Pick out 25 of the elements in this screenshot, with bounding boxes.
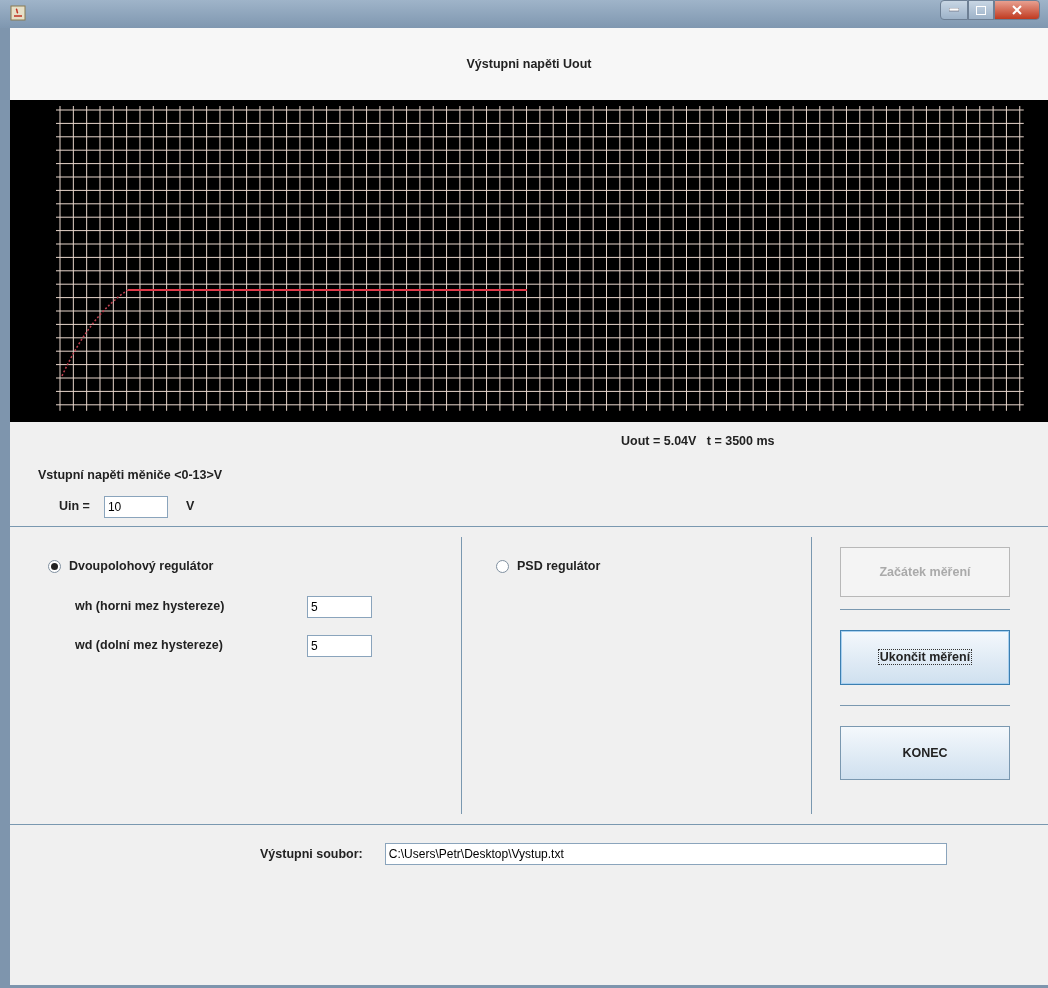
maximize-icon xyxy=(976,5,986,15)
readout-text: Uout = 5.04V t = 3500 ms xyxy=(621,433,775,450)
radio-button[interactable] xyxy=(496,559,509,573)
unit-label: V xyxy=(185,498,195,516)
parameter-field[interactable]: 5 xyxy=(307,595,372,618)
parameter-label: wh (horni mez hystereze) xyxy=(75,598,226,616)
minimize-button[interactable] xyxy=(940,0,968,20)
radio-button[interactable] xyxy=(48,559,61,573)
maximize-button[interactable] xyxy=(968,0,994,20)
app-icon xyxy=(10,5,26,21)
parameter-field[interactable]: 5 xyxy=(307,634,372,657)
parameter-label: wd (dolní mez hystereze) xyxy=(75,637,224,655)
action-button[interactable]: Ukončit měření xyxy=(840,630,1010,685)
close-button[interactable] xyxy=(994,0,1040,20)
uin-label: Uin = xyxy=(59,498,90,516)
chart-title: Výstupni napěti Uout xyxy=(466,55,592,73)
action-button[interactable]: KONEC xyxy=(840,726,1010,780)
output-file-field[interactable]: C:\Users\Petr\Desktop\Vystup.txt xyxy=(384,843,947,865)
input-voltage-label: Vstupní napěti měniče <0-13>V xyxy=(38,467,223,482)
regulator-label[interactable]: Dvoupolohový regulátor xyxy=(69,557,214,576)
regulator-label[interactable]: PSD regulátor xyxy=(517,557,601,576)
uin-field[interactable]: 10 xyxy=(103,495,168,518)
minimize-icon xyxy=(949,8,959,12)
close-icon xyxy=(1012,5,1022,15)
output-file-label: Výstupni soubor: xyxy=(260,845,363,863)
